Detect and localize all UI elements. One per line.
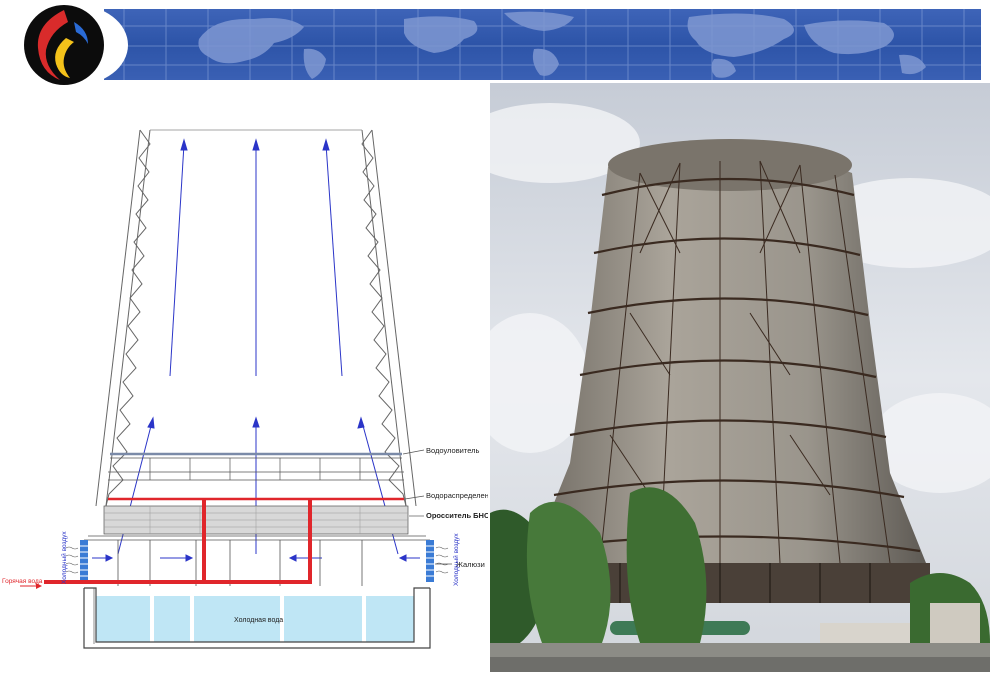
small-building <box>820 623 910 643</box>
label-louvers: Жалюзи <box>456 560 485 569</box>
drop-catcher <box>110 449 425 456</box>
louvers-left <box>80 540 88 582</box>
label-cold-water: Холодная вода <box>234 617 283 624</box>
tower-shell-right <box>361 129 417 507</box>
label-water-distribution: Водораспределение <box>426 491 488 500</box>
company-logo <box>14 2 129 88</box>
tower-shell-left <box>95 129 151 507</box>
tower-base <box>84 535 430 586</box>
header-banner <box>0 0 990 90</box>
world-map-banner <box>104 9 981 80</box>
label-cold-air-right: Холодный воздух <box>452 533 460 586</box>
water-distribution-pipe <box>108 495 425 501</box>
small-building-right <box>930 603 980 643</box>
sprinkler-fill <box>103 505 424 535</box>
label-drop-catcher: Водоуловитель <box>426 446 480 455</box>
cooling-tower-photo <box>490 83 990 672</box>
label-hot-water: Горячая вода <box>2 578 43 585</box>
world-map-graphic <box>104 9 981 80</box>
label-cold-air-left: Холодный воздух <box>60 531 68 584</box>
cold-air-wave-icons <box>65 546 449 574</box>
label-sprinkler: Оросситель БНС 5.5.5 <box>426 511 488 520</box>
cooling-tower-diagram: Водоуловитель Водораспределение Ороссите… <box>0 96 508 672</box>
louvers-right <box>426 540 452 582</box>
